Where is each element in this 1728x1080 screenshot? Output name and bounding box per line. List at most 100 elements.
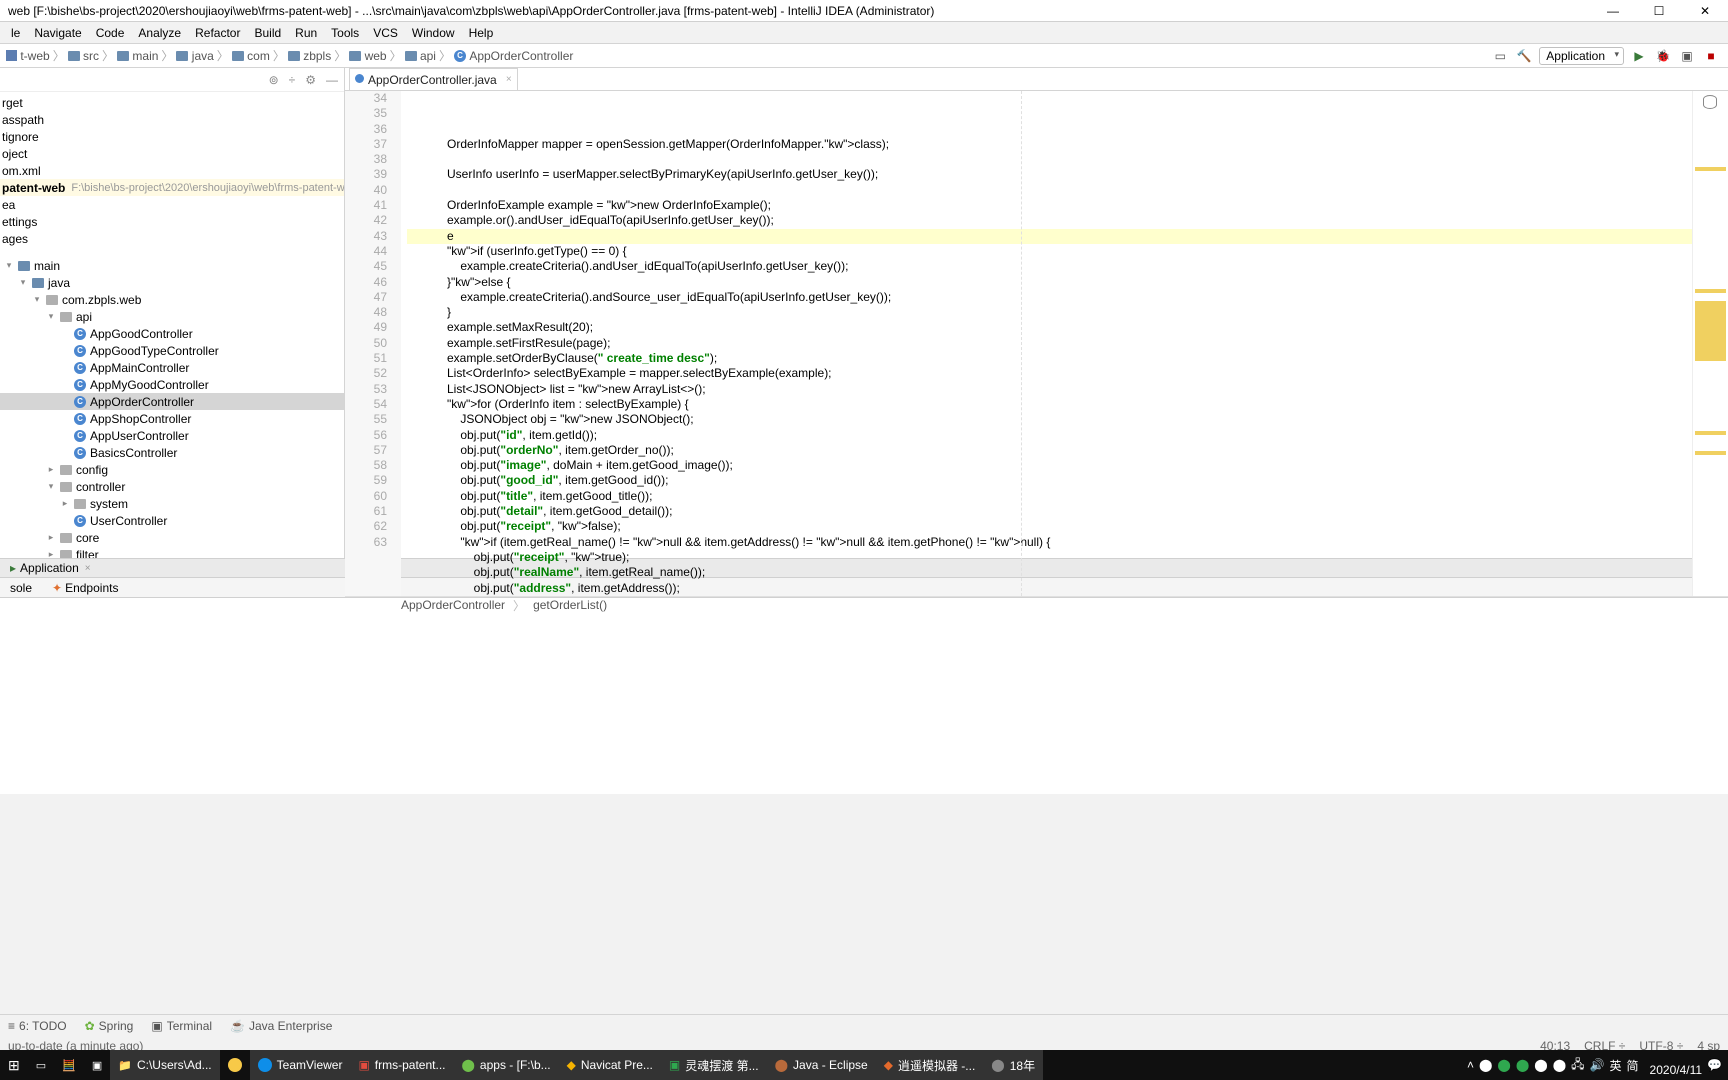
tree-class-selected[interactable]: CAppOrderController: [0, 393, 344, 410]
tree-class[interactable]: CBasicsController: [0, 444, 344, 461]
package-icon: [60, 482, 72, 492]
taskbar-item[interactable]: ⬤ 18年: [983, 1050, 1043, 1080]
tray-icon[interactable]: ⬤: [1497, 1058, 1510, 1072]
folder-icon: [405, 51, 417, 61]
todo-tool[interactable]: ≡ 6: TODO: [8, 1019, 67, 1033]
breadcrumb-item[interactable]: C AppOrderController: [454, 49, 573, 63]
menu-item[interactable]: Analyze: [131, 26, 188, 40]
tray-icon[interactable]: ⬤: [1553, 1058, 1566, 1072]
tray-icon[interactable]: ⬤: [1534, 1058, 1547, 1072]
console-tab[interactable]: sole: [0, 578, 42, 597]
close-button[interactable]: ✕: [1682, 0, 1728, 22]
tree-class[interactable]: CAppGoodController: [0, 325, 344, 342]
taskbar-item[interactable]: 🧮: [54, 1050, 84, 1080]
tree-class[interactable]: CAppMyGoodController: [0, 376, 344, 393]
tray-notifications-icon[interactable]: 💬: [1707, 1058, 1722, 1072]
tray-ime[interactable]: 简: [1627, 1057, 1639, 1074]
menubar: le Navigate Code Analyze Refactor Build …: [0, 22, 1728, 44]
editor-tab[interactable]: AppOrderController.java ×: [349, 68, 518, 90]
tree-class[interactable]: CAppMainController: [0, 359, 344, 376]
taskbar-item[interactable]: ▣: [84, 1050, 110, 1080]
tree-class[interactable]: CAppShopController: [0, 410, 344, 427]
class-icon: C: [74, 515, 86, 527]
breadcrumb-item[interactable]: t-web: [6, 49, 50, 63]
code-area[interactable]: OrderInfoMapper mapper = openSession.get…: [401, 91, 1692, 596]
system-tray[interactable]: ˄ ⬤ ⬤ ⬤ ⬤ ⬤ 🖧 🔊 英 简 2020/4/11 💬: [1467, 1054, 1728, 1076]
spring-tool[interactable]: ✿ Spring: [85, 1019, 134, 1033]
menu-item[interactable]: Run: [288, 26, 324, 40]
run-config-select[interactable]: Application: [1539, 47, 1624, 65]
project-expand-icon[interactable]: ÷: [289, 73, 296, 87]
tray-network-icon[interactable]: 🖧: [1571, 1055, 1584, 1076]
taskbar-item[interactable]: ▣ frms-patent...: [350, 1050, 453, 1080]
module-row[interactable]: patent-web F:\bishe\bs-project\2020\ersh…: [0, 179, 344, 196]
run-config-tab[interactable]: ▸ Application ×: [0, 559, 101, 577]
taskbar-item[interactable]: ⬤ Java - Eclipse: [767, 1050, 876, 1080]
coverage-icon[interactable]: ▣: [1678, 47, 1696, 65]
tray-icon[interactable]: ⬤: [1479, 1058, 1492, 1072]
tray-chevron-icon[interactable]: ˄: [1467, 1058, 1474, 1072]
folder-icon: [232, 51, 244, 61]
tray-ime[interactable]: 英: [1610, 1057, 1622, 1074]
folder-icon: [18, 261, 30, 271]
editor-breadcrumb[interactable]: AppOrderController 〉 getOrderList(): [345, 596, 1728, 614]
tray-icon[interactable]: ⬤: [1516, 1058, 1529, 1072]
breadcrumb-item[interactable]: api: [405, 49, 436, 63]
menu-item[interactable]: Tools: [324, 26, 366, 40]
tray-volume-icon[interactable]: 🔊: [1590, 1058, 1605, 1072]
menu-item[interactable]: Navigate: [27, 26, 88, 40]
javaee-tool[interactable]: ☕ Java Enterprise: [230, 1019, 332, 1033]
taskbar-item[interactable]: 📁 C:\Users\Ad...: [110, 1050, 219, 1080]
endpoints-tab[interactable]: ✦Endpoints: [42, 578, 128, 597]
maximize-button[interactable]: ☐: [1636, 0, 1682, 22]
windows-taskbar: ⊞ ▭ 🧮 ▣ 📁 C:\Users\Ad... TeamViewer ▣ fr…: [0, 1050, 1728, 1080]
taskbar-item[interactable]: ◆ Navicat Pre...: [559, 1050, 661, 1080]
tray-clock[interactable]: 2020/4/11: [1644, 1054, 1703, 1076]
menu-item[interactable]: le: [4, 26, 27, 40]
package-icon: [74, 499, 86, 509]
editor: AppOrderController.java × 34353637383940…: [345, 68, 1728, 558]
close-tab-icon[interactable]: ×: [506, 74, 512, 85]
menu-item[interactable]: Refactor: [188, 26, 247, 40]
project-settings-icon[interactable]: ⚙: [305, 73, 316, 87]
taskbar-item[interactable]: ▣ 灵魂摆渡 第...: [661, 1050, 767, 1080]
breadcrumb-item[interactable]: com: [232, 49, 270, 63]
breadcrumb-item[interactable]: src: [68, 49, 99, 63]
class-icon: C: [74, 413, 86, 425]
menu-item[interactable]: Help: [462, 26, 501, 40]
minimize-button[interactable]: —: [1590, 0, 1636, 22]
taskbar-item[interactable]: ⬤ apps - [F:\b...: [453, 1050, 558, 1080]
tree-class[interactable]: CAppGoodTypeController: [0, 342, 344, 359]
menu-item[interactable]: VCS: [366, 26, 405, 40]
project-hide-icon[interactable]: —: [326, 73, 338, 87]
menu-item[interactable]: Code: [89, 26, 132, 40]
gutter[interactable]: 3435363738394041424344454647484950515253…: [345, 91, 401, 596]
breadcrumb-item[interactable]: java: [176, 49, 213, 63]
breadcrumb-item[interactable]: zbpls: [288, 49, 331, 63]
editor-overview-ruler[interactable]: [1692, 91, 1728, 596]
tree-class[interactable]: CUserController: [0, 512, 344, 529]
close-icon[interactable]: ×: [85, 563, 91, 574]
project-tree[interactable]: rget asspath tignore oject om.xml patent…: [0, 92, 344, 558]
taskbar-item[interactable]: TeamViewer: [250, 1050, 351, 1080]
build-icon[interactable]: 🔨: [1515, 47, 1533, 65]
run-icon[interactable]: ▶: [1630, 47, 1648, 65]
task-view-button[interactable]: ▭: [28, 1050, 54, 1080]
module-icon: [6, 50, 17, 61]
inspection-eye-icon[interactable]: [1703, 95, 1717, 109]
layout-icon[interactable]: ▭: [1491, 47, 1509, 65]
debug-icon[interactable]: 🐞: [1654, 47, 1672, 65]
start-button[interactable]: ⊞: [0, 1050, 28, 1080]
breadcrumb-item[interactable]: web: [349, 49, 386, 63]
taskbar-item[interactable]: [220, 1050, 250, 1080]
run-output[interactable]: [0, 598, 1728, 794]
project-target-icon[interactable]: ⊚: [269, 73, 279, 87]
stop-icon[interactable]: ■: [1702, 47, 1720, 65]
tree-class[interactable]: CAppUserController: [0, 427, 344, 444]
menu-item[interactable]: Build: [247, 26, 288, 40]
taskbar-item[interactable]: ◆ 逍遥模拟器 -...: [876, 1050, 984, 1080]
menu-item[interactable]: Window: [405, 26, 462, 40]
terminal-tool[interactable]: ▣ Terminal: [151, 1019, 212, 1033]
package-icon: [60, 533, 72, 543]
breadcrumb-item[interactable]: main: [117, 49, 158, 63]
